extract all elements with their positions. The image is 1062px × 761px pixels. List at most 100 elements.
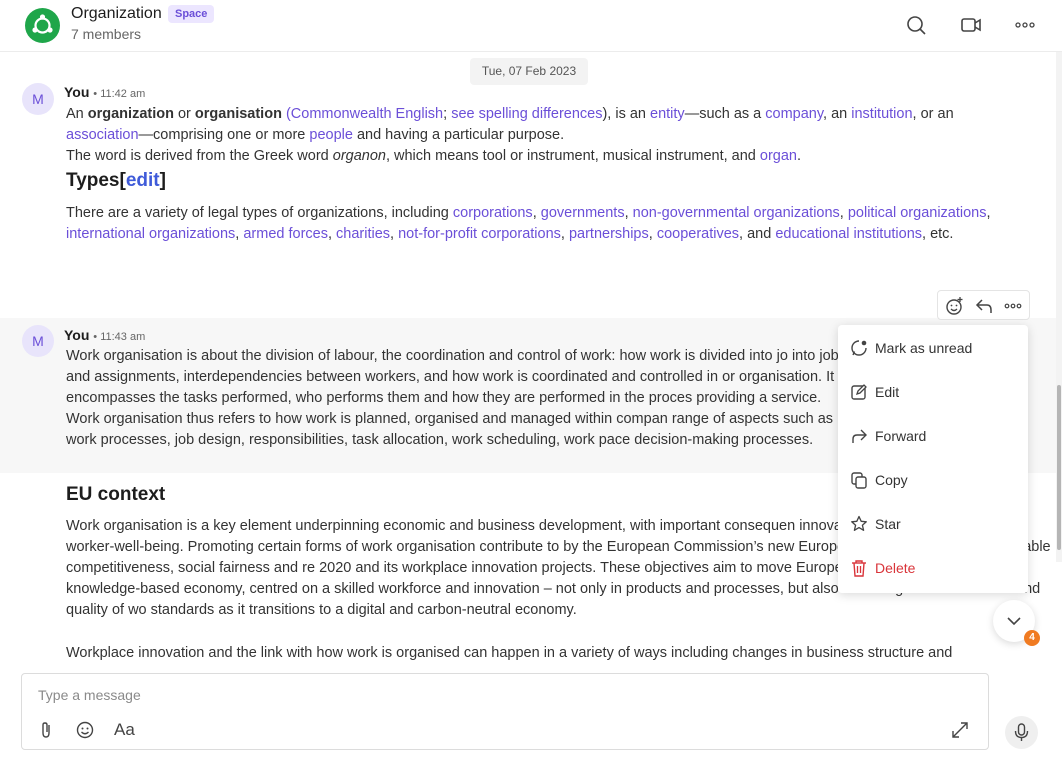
menu-item-label: Star bbox=[875, 516, 901, 532]
inline-link[interactable]: educational institutions bbox=[775, 226, 922, 242]
video-call-icon[interactable] bbox=[958, 12, 984, 38]
text-run: organon bbox=[332, 148, 386, 164]
text-run: , an bbox=[823, 106, 852, 122]
inline-link[interactable]: international organizations bbox=[66, 226, 235, 242]
text-run: . bbox=[797, 148, 802, 164]
inline-link[interactable]: see spelling differences bbox=[451, 106, 602, 122]
reply-icon[interactable] bbox=[973, 295, 995, 317]
text-run: , bbox=[327, 226, 337, 242]
text-run: There are a variety of legal types of or… bbox=[66, 205, 453, 221]
inline-link[interactable]: people bbox=[309, 127, 353, 143]
message-context-menu: Mark as unread Edit Forward Copy Star De… bbox=[838, 325, 1028, 593]
menu-item-label: Edit bbox=[875, 384, 900, 400]
inline-link[interactable]: company bbox=[765, 106, 823, 122]
star-icon bbox=[850, 515, 868, 533]
search-icon[interactable] bbox=[903, 12, 929, 38]
voice-message-button[interactable] bbox=[1005, 716, 1038, 749]
menu-item-copy[interactable]: Copy bbox=[838, 458, 1028, 502]
section-heading: Types[edit] bbox=[66, 170, 166, 192]
inline-link[interactable]: governments bbox=[541, 205, 625, 221]
message-sender: You • 11:43 am bbox=[64, 327, 145, 343]
date-divider: Tue, 07 Feb 2023 bbox=[470, 58, 588, 85]
heading-text: Types bbox=[66, 170, 120, 191]
menu-item-label: Forward bbox=[875, 428, 927, 444]
menu-item-label: Copy bbox=[875, 472, 908, 488]
space-badge: Space bbox=[168, 5, 215, 23]
inline-link[interactable]: not-for-profit corporations bbox=[398, 226, 561, 242]
text-run: organisation bbox=[194, 106, 282, 122]
delete-icon bbox=[850, 559, 868, 577]
sender-name[interactable]: You bbox=[64, 327, 89, 343]
message-time: • 11:43 am bbox=[93, 331, 146, 343]
avatar[interactable]: M bbox=[22, 325, 54, 357]
text-format-button[interactable]: Aa bbox=[114, 720, 135, 740]
message-paragraph: Workplace innovation and the link with h… bbox=[66, 645, 953, 661]
menu-item-forward[interactable]: Forward bbox=[838, 414, 1028, 458]
attach-icon[interactable] bbox=[36, 720, 56, 740]
microphone-icon bbox=[1014, 723, 1029, 741]
inline-link[interactable]: (Commonwealth English bbox=[286, 106, 443, 122]
inline-link[interactable]: charities bbox=[336, 226, 390, 242]
message-input[interactable] bbox=[38, 684, 938, 706]
text-run: —comprising one or more bbox=[138, 127, 310, 143]
unread-count-badge: 4 bbox=[1024, 630, 1040, 646]
inline-link[interactable]: organ bbox=[760, 148, 797, 164]
message-actions-bar bbox=[937, 290, 1030, 320]
inline-link[interactable]: entity bbox=[650, 106, 685, 122]
text-run: The word is derived from the Greek word bbox=[66, 148, 333, 164]
text-run: , bbox=[986, 205, 991, 221]
message-paragraph: There are a variety of legal types of or… bbox=[66, 203, 1016, 245]
inline-link[interactable]: political organizations bbox=[848, 205, 987, 221]
avatar[interactable]: M bbox=[22, 83, 54, 115]
text-run: ; bbox=[443, 106, 452, 122]
text-run: , etc. bbox=[922, 226, 954, 242]
text-run: —such as a bbox=[684, 106, 766, 122]
text-run: , and bbox=[739, 226, 776, 242]
more-actions-icon[interactable] bbox=[1002, 295, 1024, 317]
text-run: , bbox=[390, 226, 399, 242]
chat-header: Organization Space 7 members bbox=[0, 0, 1062, 52]
member-count[interactable]: 7 members bbox=[71, 26, 141, 42]
section-heading: EU context bbox=[66, 484, 166, 505]
text-run: , bbox=[624, 205, 633, 221]
menu-item-label: Mark as unread bbox=[875, 340, 973, 356]
inline-link[interactable]: non-governmental organizations bbox=[633, 205, 840, 221]
mark-unread-icon bbox=[850, 339, 868, 357]
expand-icon[interactable] bbox=[950, 720, 970, 740]
menu-item-star[interactable]: Star bbox=[838, 502, 1028, 546]
inline-link[interactable]: corporations bbox=[453, 205, 533, 221]
text-run: , bbox=[532, 205, 541, 221]
menu-item-delete[interactable]: Delete bbox=[838, 546, 1028, 590]
message-paragraph: The word is derived from the Greek word … bbox=[66, 146, 996, 167]
text-run: ), is an bbox=[602, 106, 651, 122]
scrollbar-thumb[interactable] bbox=[1057, 385, 1061, 550]
text-run: or bbox=[173, 106, 195, 122]
inline-link[interactable]: association bbox=[66, 127, 139, 143]
text-run: , bbox=[560, 226, 569, 242]
page-title[interactable]: Organization bbox=[71, 5, 162, 23]
sender-name[interactable]: You bbox=[64, 84, 89, 100]
edit-icon bbox=[850, 383, 868, 401]
text-run: , bbox=[648, 226, 657, 242]
text-run: An bbox=[66, 106, 88, 122]
menu-item-mark-unread[interactable]: Mark as unread bbox=[838, 326, 1028, 370]
logo-icon[interactable] bbox=[25, 8, 60, 43]
inline-link[interactable]: armed forces bbox=[243, 226, 328, 242]
message-paragraph: An organization or organisation (Commonw… bbox=[66, 104, 996, 146]
inline-link[interactable]: cooperatives bbox=[657, 226, 739, 242]
edit-link[interactable]: edit bbox=[126, 170, 160, 191]
more-icon[interactable] bbox=[1012, 12, 1038, 38]
forward-icon bbox=[850, 427, 868, 445]
emoji-icon[interactable] bbox=[75, 720, 95, 740]
add-reaction-icon[interactable] bbox=[943, 295, 965, 317]
menu-item-edit[interactable]: Edit bbox=[838, 370, 1028, 414]
message-composer: Aa bbox=[21, 673, 989, 750]
inline-link[interactable]: institution bbox=[851, 106, 912, 122]
message-sender: You • 11:42 am bbox=[64, 84, 145, 100]
text-run: , which means tool or instrument, musica… bbox=[385, 148, 760, 164]
text-run: organization bbox=[87, 106, 174, 122]
inline-link[interactable]: partnerships bbox=[569, 226, 649, 242]
message-paragraph: Work organisation is about the division … bbox=[66, 348, 846, 448]
menu-item-label: Delete bbox=[875, 560, 916, 576]
text-run: , bbox=[839, 205, 848, 221]
